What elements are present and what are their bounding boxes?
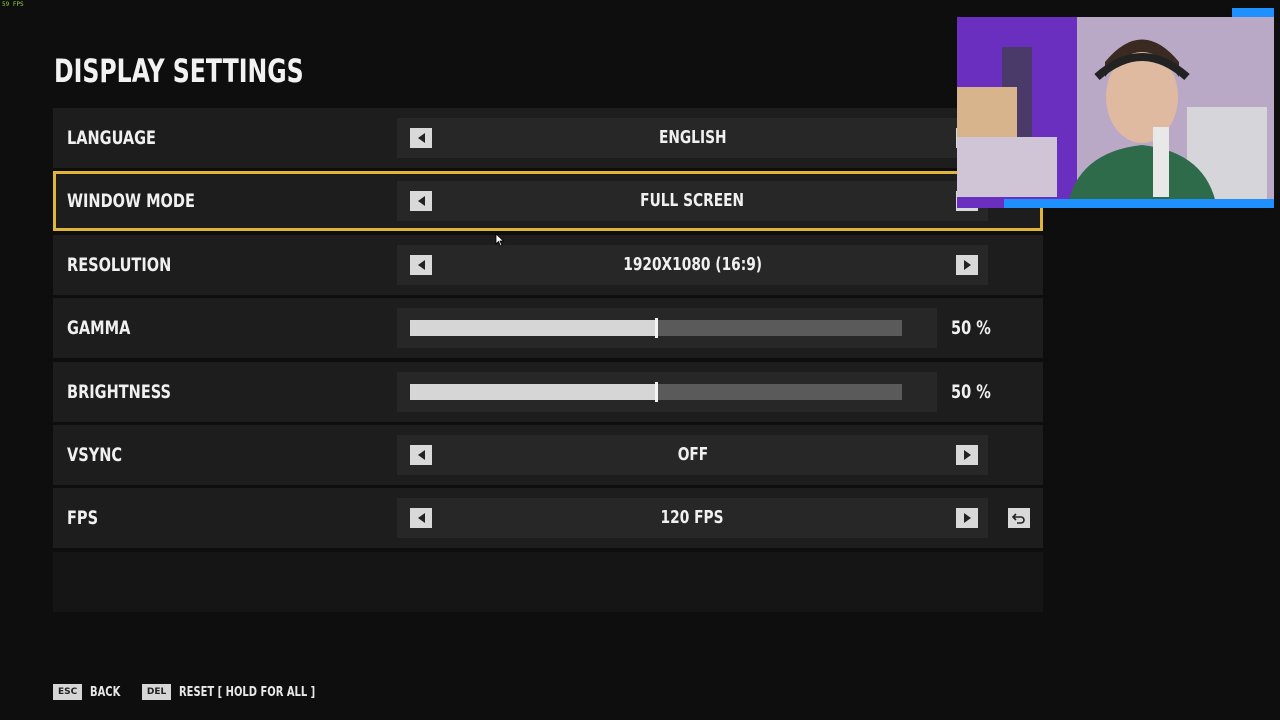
- mouse-cursor-icon: [495, 233, 505, 247]
- arrow-left-icon[interactable]: [410, 128, 432, 148]
- language-selector: ENGLISH: [397, 118, 988, 158]
- resolution-selector: 1920X1080 (16:9): [397, 244, 988, 285]
- setting-value: FULL SCREEN: [457, 181, 928, 221]
- arrow-left-icon[interactable]: [410, 254, 432, 275]
- reset-label[interactable]: RESET [ HOLD FOR ALL ]: [179, 685, 315, 700]
- setting-label: RESOLUTION: [67, 253, 172, 276]
- setting-value: 1920X1080 (16:9): [457, 245, 928, 285]
- arrow-right-icon[interactable]: [956, 254, 978, 275]
- slider-fill: [410, 320, 656, 337]
- back-label[interactable]: BACK: [90, 685, 120, 700]
- setting-value-text: FULL SCREEN: [640, 190, 745, 212]
- setting-label: VSYNC: [67, 443, 123, 466]
- slider-thumb[interactable]: [655, 318, 658, 339]
- slider-value: 50 %: [951, 317, 991, 340]
- settings-list: LANGUAGE ENGLISH WINDOW MODE FULL SCREEN…: [53, 108, 1043, 612]
- arrow-left-icon[interactable]: [410, 508, 432, 529]
- stream-bar: [1004, 199, 1274, 208]
- setting-row-window-mode[interactable]: WINDOW MODE FULL SCREEN: [53, 171, 1043, 232]
- setting-label: BRIGHTNESS: [67, 380, 171, 403]
- footer-hints: ESC BACK DEL RESET [ HOLD FOR ALL ]: [53, 684, 347, 700]
- arrow-right-icon[interactable]: [956, 444, 978, 465]
- slider-track[interactable]: [410, 381, 902, 402]
- fps-selector: 120 FPS: [397, 498, 988, 539]
- setting-row-gamma[interactable]: GAMMA 50 %: [53, 298, 1043, 359]
- setting-value: 120 FPS: [457, 498, 928, 538]
- undo-icon[interactable]: [1008, 508, 1030, 529]
- setting-row-fps[interactable]: FPS 120 FPS: [53, 488, 1043, 549]
- setting-value: OFF: [457, 435, 928, 475]
- empty-row: [53, 551, 1043, 612]
- arrow-right-icon[interactable]: [956, 508, 978, 529]
- setting-value-text: ENGLISH: [658, 127, 727, 148]
- setting-value-text: 120 FPS: [661, 507, 724, 529]
- setting-value-text: 1920X1080 (16:9): [623, 253, 762, 275]
- esc-key-badge[interactable]: ESC: [53, 684, 83, 700]
- webcam-overlay: [957, 17, 1274, 208]
- setting-label: LANGUAGE: [67, 127, 156, 149]
- arrow-left-icon[interactable]: [410, 191, 432, 212]
- slider-value: 50 %: [951, 380, 991, 403]
- fps-counter: 59 FPS: [2, 1, 24, 8]
- setting-row-language[interactable]: LANGUAGE ENGLISH: [53, 108, 1043, 168]
- setting-value: ENGLISH: [457, 118, 928, 158]
- setting-label: GAMMA: [67, 317, 131, 340]
- slider-thumb[interactable]: [655, 381, 658, 402]
- arrow-left-icon[interactable]: [410, 444, 432, 465]
- window-mode-selector: FULL SCREEN: [397, 181, 988, 222]
- setting-row-resolution[interactable]: RESOLUTION 1920X1080 (16:9): [53, 234, 1043, 295]
- stream-bar-top: [1232, 8, 1274, 17]
- setting-row-brightness[interactable]: BRIGHTNESS 50 %: [53, 361, 1043, 422]
- gamma-slider: [397, 308, 937, 349]
- brightness-slider: [397, 371, 937, 412]
- page-title: DISPLAY SETTINGS: [54, 52, 304, 90]
- setting-value-text: OFF: [677, 443, 708, 465]
- setting-label: FPS: [67, 507, 99, 530]
- slider-track[interactable]: [410, 318, 902, 339]
- setting-label: WINDOW MODE: [67, 190, 195, 213]
- webcam-picture: [957, 17, 1274, 208]
- vsync-selector: OFF: [397, 434, 988, 475]
- setting-row-vsync[interactable]: VSYNC OFF: [53, 424, 1043, 485]
- slider-fill: [410, 383, 656, 400]
- del-key-badge[interactable]: DEL: [141, 684, 172, 700]
